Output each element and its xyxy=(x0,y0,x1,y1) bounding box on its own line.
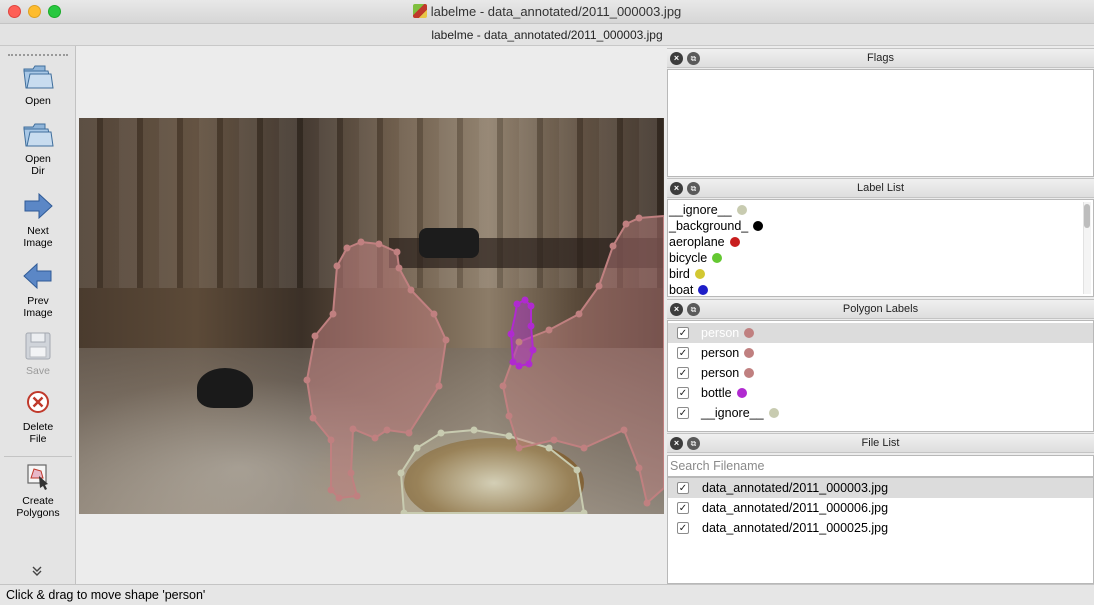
label-list-float-icon[interactable]: ⧉ xyxy=(687,182,700,195)
file-checkbox[interactable]: ✓ xyxy=(677,482,689,494)
file-list-close-icon[interactable]: × xyxy=(670,437,683,450)
prev-image-button[interactable]: Prev Image xyxy=(0,260,76,319)
create-polygons-button[interactable]: Create Polygons xyxy=(0,460,76,519)
flags-float-icon[interactable]: ⧉ xyxy=(687,52,700,65)
annotation-overlay xyxy=(303,214,664,514)
delete-icon xyxy=(27,391,49,413)
document-subtitle: labelme - data_annotated/2011_000003.jpg xyxy=(0,24,1094,46)
next-image-button[interactable]: Next Image xyxy=(0,190,76,249)
polygon-label-row[interactable]: ✓ __ignore__ xyxy=(668,403,1093,423)
file-list-panel-title: File List xyxy=(861,437,900,449)
toolbar-divider xyxy=(4,456,72,457)
file-list[interactable]: ✓ data_annotated/2011_000003.jpg ✓ data_… xyxy=(667,477,1094,584)
flags-panel-title: Flags xyxy=(867,52,894,64)
flags-list[interactable] xyxy=(667,69,1094,177)
prev-image-label: Prev Image xyxy=(23,295,53,319)
open-label: Open xyxy=(25,95,51,107)
label-list[interactable]: __ignore__ _background_ aeroplane bicycl… xyxy=(667,199,1094,297)
flags-panel-header: × ⧉ Flags xyxy=(667,48,1094,68)
color-swatch xyxy=(753,221,764,231)
polygon-label-row[interactable]: ✓ person xyxy=(668,323,1093,343)
visibility-checkbox[interactable]: ✓ xyxy=(677,367,689,379)
folder-open-icon xyxy=(23,123,54,147)
toolbar-overflow-chevron-icon[interactable] xyxy=(31,565,43,580)
floppy-disk-icon xyxy=(25,332,51,360)
label-list-scroll-thumb[interactable] xyxy=(1084,204,1090,228)
label-list-item[interactable]: aeroplane xyxy=(668,234,1093,250)
open-dir-button[interactable]: Open Dir xyxy=(0,118,76,177)
window-title: labelme - data_annotated/2011_000003.jpg xyxy=(430,4,682,19)
color-swatch xyxy=(736,388,747,398)
open-dir-label: Open Dir xyxy=(25,153,51,177)
polygon-ignore[interactable] xyxy=(399,428,586,514)
color-swatch xyxy=(768,408,779,418)
file-list-panel-header: × ⧉ File List xyxy=(667,433,1094,453)
file-list-item[interactable]: ✓ data_annotated/2011_000006.jpg xyxy=(668,498,1093,518)
color-swatch xyxy=(698,285,709,295)
polygon-labels-close-icon[interactable]: × xyxy=(670,303,683,316)
folder-open-icon xyxy=(23,65,54,89)
search-filename-input[interactable] xyxy=(667,455,1094,477)
polygon-labels-list[interactable]: ✓ person ✓ person ✓ person ✓ bottle ✓ __… xyxy=(667,320,1094,432)
label-list-item[interactable]: bird xyxy=(668,266,1093,282)
open-button[interactable]: Open xyxy=(0,60,76,107)
color-swatch xyxy=(744,348,755,358)
label-list-item[interactable]: __ignore__ xyxy=(668,202,1093,218)
chevron-double-down-icon xyxy=(32,566,42,576)
polygon-labels-panel-title: Polygon Labels xyxy=(842,303,919,315)
status-bar: Click & drag to move shape 'person' xyxy=(0,584,1094,605)
window-titlebar: labelme - data_annotated/2011_000003.jpg xyxy=(0,0,1094,24)
left-toolbar: Open Open Dir Next Image Prev Image Save xyxy=(0,46,76,584)
color-swatch xyxy=(694,269,705,279)
save-button[interactable]: Save xyxy=(0,330,76,377)
color-swatch xyxy=(712,253,723,263)
file-list-item[interactable]: ✓ data_annotated/2011_000003.jpg xyxy=(668,478,1093,498)
label-list-item[interactable]: _background_ xyxy=(668,218,1093,234)
polygon-label-row[interactable]: ✓ person xyxy=(668,343,1093,363)
label-list-item[interactable]: bicycle xyxy=(668,250,1093,266)
visibility-checkbox[interactable]: ✓ xyxy=(677,347,689,359)
color-swatch xyxy=(744,368,755,378)
annotated-photo[interactable] xyxy=(79,118,664,514)
visibility-checkbox[interactable]: ✓ xyxy=(677,327,689,339)
color-swatch xyxy=(729,237,740,247)
polygon-label-row[interactable]: ✓ bottle xyxy=(668,383,1093,403)
label-list-panel-header: × ⧉ Label List xyxy=(667,178,1094,198)
image-canvas[interactable] xyxy=(77,46,666,584)
file-list-item[interactable]: ✓ data_annotated/2011_000025.jpg xyxy=(668,518,1093,538)
create-polygons-label: Create Polygons xyxy=(16,495,60,519)
delete-file-button[interactable]: Delete File xyxy=(0,386,76,445)
delete-file-label: Delete File xyxy=(22,421,54,445)
label-list-item[interactable]: boat xyxy=(668,282,1093,296)
polygon-draw-icon xyxy=(27,464,48,490)
save-label: Save xyxy=(26,365,50,377)
label-list-panel-title: Label List xyxy=(856,182,905,194)
color-swatch xyxy=(744,328,755,338)
flags-close-icon[interactable]: × xyxy=(670,52,683,65)
arrow-right-icon xyxy=(24,192,53,220)
next-image-label: Next Image xyxy=(23,225,53,249)
visibility-checkbox[interactable]: ✓ xyxy=(677,407,689,419)
labelme-app-icon xyxy=(412,4,427,18)
toolbar-grip[interactable] xyxy=(8,54,68,57)
file-checkbox[interactable]: ✓ xyxy=(677,522,689,534)
arrow-left-icon xyxy=(23,262,52,290)
file-list-float-icon[interactable]: ⧉ xyxy=(687,437,700,450)
visibility-checkbox[interactable]: ✓ xyxy=(677,387,689,399)
polygon-label-row[interactable]: ✓ person xyxy=(668,363,1093,383)
color-swatch xyxy=(736,205,747,215)
polygon-labels-panel-header: × ⧉ Polygon Labels xyxy=(667,299,1094,319)
polygon-labels-float-icon[interactable]: ⧉ xyxy=(687,303,700,316)
file-checkbox[interactable]: ✓ xyxy=(677,502,689,514)
label-list-close-icon[interactable]: × xyxy=(670,182,683,195)
